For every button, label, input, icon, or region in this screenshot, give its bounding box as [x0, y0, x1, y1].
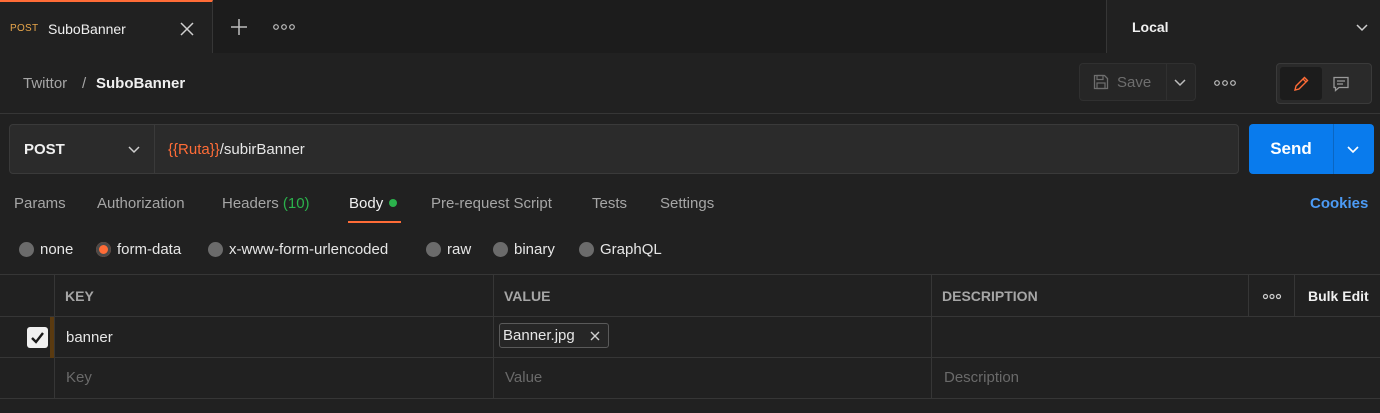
- column-description: DESCRIPTION: [942, 288, 1038, 304]
- tab-bar: POST SuboBanner Local: [0, 0, 1380, 53]
- url-input[interactable]: {{Ruta}}/subirBanner: [168, 141, 305, 158]
- environment-selector[interactable]: Local: [1106, 0, 1380, 53]
- row-drag-handle[interactable]: [50, 317, 54, 358]
- radio-label: form-data: [117, 241, 182, 258]
- table-row: banner Banner.jpg: [0, 317, 1380, 358]
- body-status-dot: [389, 199, 398, 208]
- radio-form-data[interactable]: [96, 242, 111, 257]
- tab-bar-empty-area: [213, 0, 1106, 53]
- tab-tests[interactable]: Tests: [592, 195, 627, 212]
- headers-count: (10): [282, 195, 310, 212]
- row-checkbox[interactable]: [27, 327, 48, 348]
- chevron-down-icon[interactable]: [1346, 142, 1360, 156]
- save-divider: [1166, 64, 1167, 100]
- breadcrumb: Twittor / SuboBanner Save: [0, 53, 1380, 114]
- file-name: Banner.jpg: [503, 327, 575, 344]
- tab-method-label: POST: [10, 23, 39, 34]
- radio-urlencoded[interactable]: [208, 242, 223, 257]
- radio-raw[interactable]: [426, 242, 441, 257]
- send-button[interactable]: Send: [1249, 124, 1333, 174]
- method-select[interactable]: POST: [10, 125, 155, 173]
- send-button-group: Send: [1249, 124, 1374, 174]
- radio-none[interactable]: [19, 242, 34, 257]
- close-icon[interactable]: [589, 330, 601, 342]
- body-type-selector: none form-data x-www-form-urlencoded raw…: [0, 234, 1380, 266]
- tab-body[interactable]: Body: [349, 195, 398, 212]
- table-header: KEY VALUE DESCRIPTION Bulk Edit: [0, 275, 1380, 317]
- breadcrumb-request-name[interactable]: SuboBanner: [96, 75, 185, 92]
- radio-binary[interactable]: [493, 242, 508, 257]
- environment-label: Local: [1132, 19, 1169, 35]
- request-url-bar: POST {{Ruta}}/subirBanner: [9, 124, 1239, 174]
- tab-body-label: Body: [349, 195, 384, 212]
- pencil-icon: [1294, 76, 1309, 91]
- breadcrumb-separator: /: [82, 75, 87, 92]
- tab-headers[interactable]: Headers (10): [222, 195, 310, 212]
- tab-pre-request-script[interactable]: Pre-request Script: [431, 195, 552, 212]
- cookies-link[interactable]: Cookies: [1310, 195, 1368, 212]
- plus-icon[interactable]: [228, 16, 250, 38]
- url-variable: {{Ruta}}: [168, 141, 220, 158]
- radio-label: GraphQL: [600, 241, 662, 258]
- more-icon[interactable]: [272, 22, 296, 32]
- save-label: Save: [1117, 74, 1152, 91]
- form-data-table: KEY VALUE DESCRIPTION Bulk Edit banner B…: [0, 274, 1380, 399]
- description-input[interactable]: Description: [944, 369, 1019, 386]
- more-icon[interactable]: [1262, 292, 1282, 301]
- save-button[interactable]: Save: [1080, 64, 1166, 100]
- radio-label: none: [40, 241, 74, 258]
- tab-authorization[interactable]: Authorization: [97, 195, 185, 212]
- column-key: KEY: [65, 288, 94, 304]
- chevron-down-icon[interactable]: [1173, 75, 1187, 89]
- save-icon: [1093, 74, 1109, 90]
- tab-params[interactable]: Params: [14, 195, 66, 212]
- view-mode-toggle: [1276, 63, 1372, 104]
- request-tabs: Params Authorization Headers (10) Body P…: [0, 186, 1380, 226]
- column-divider: [1248, 275, 1249, 317]
- comment-icon[interactable]: [1332, 75, 1350, 93]
- key-input[interactable]: Key: [66, 369, 92, 386]
- tab-settings[interactable]: Settings: [660, 195, 714, 212]
- radio-label: x-www-form-urlencoded: [229, 241, 389, 258]
- value-input[interactable]: Value: [505, 369, 542, 386]
- bulk-edit-button[interactable]: Bulk Edit: [1308, 275, 1369, 317]
- more-icon[interactable]: [1213, 78, 1237, 88]
- chevron-down-icon: [1356, 24, 1368, 32]
- table-row-new: Key Value Description: [0, 358, 1380, 399]
- radio-label: binary: [514, 241, 555, 258]
- tab-subobanner[interactable]: POST SuboBanner: [0, 0, 213, 53]
- chevron-down-icon: [128, 146, 140, 154]
- row-key[interactable]: banner: [66, 329, 113, 346]
- radio-graphql[interactable]: [579, 242, 594, 257]
- column-value: VALUE: [504, 288, 551, 304]
- active-tab-indicator: [348, 221, 401, 223]
- radio-label: raw: [447, 241, 472, 258]
- tab-headers-label: Headers: [222, 195, 279, 212]
- file-chip[interactable]: Banner.jpg: [499, 323, 609, 348]
- column-divider: [1294, 275, 1295, 317]
- tab-name-label: SuboBanner: [48, 21, 126, 37]
- check-icon: [31, 332, 44, 344]
- url-path: /subirBanner: [219, 141, 305, 158]
- breadcrumb-collection[interactable]: Twittor: [23, 75, 67, 92]
- method-label: POST: [24, 141, 65, 158]
- edit-mode-button[interactable]: [1280, 67, 1322, 100]
- close-icon[interactable]: [178, 20, 196, 38]
- save-button-group: Save: [1079, 63, 1196, 101]
- send-divider: [1333, 124, 1334, 174]
